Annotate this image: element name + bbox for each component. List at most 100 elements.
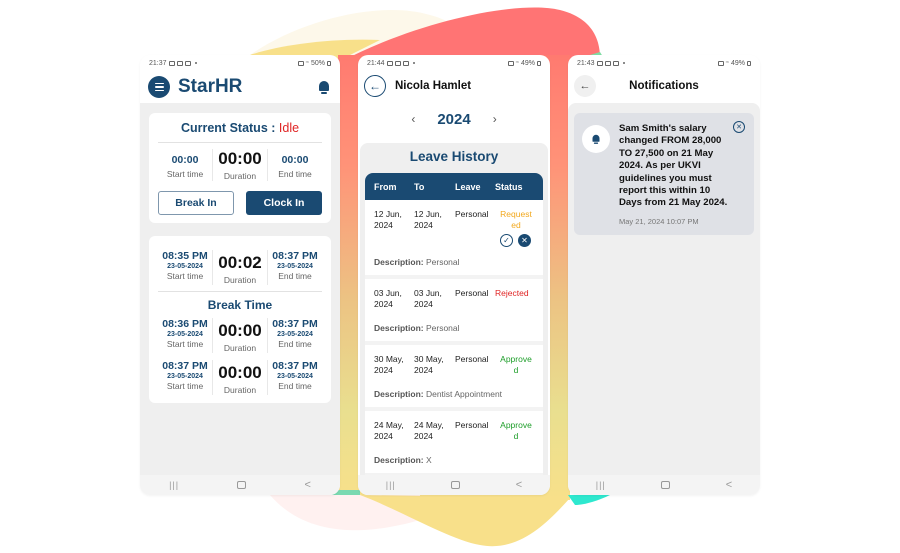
duration-label: Duration (223, 343, 257, 353)
leave-type: Personal (455, 420, 489, 430)
table-row[interactable]: 03 Jun, 2024 03 Jun, 2024 Personal Rejecte… (365, 279, 543, 345)
column-header-from: From (374, 181, 397, 192)
back-button[interactable]: ← (364, 75, 386, 97)
leave-description: Description: Personal (374, 323, 460, 333)
notification-icon (176, 60, 183, 66)
table-row[interactable]: 30 May, 2024 30 May, 2024 Personal Approve… (365, 345, 543, 411)
recent-apps-button[interactable]: ||| (596, 480, 606, 490)
home-button[interactable] (451, 481, 461, 489)
break-duration: 00:00 (218, 321, 262, 340)
end-time-label: End time (278, 381, 312, 391)
table-header: From To Leave Status (365, 173, 543, 200)
current-status-label: Current Status : (180, 121, 279, 135)
session-row: 08:35 PM 23-05-2024 Start time 00:02 Dur… (158, 250, 322, 285)
break-end-time: 08:37 PM (272, 360, 318, 372)
status-badge: Approve d (500, 354, 532, 375)
session-start-date: 23-05-2024 (167, 263, 203, 270)
back-button[interactable]: < (516, 479, 522, 491)
phone-notifications-screen: 21:43 ≈ 49% ← Notifications Sam Smith's … (568, 55, 760, 495)
clock-content: Current Status : Idle 00:00 Start time 0… (140, 103, 340, 475)
back-button[interactable]: ← (574, 75, 596, 97)
page-title: Notifications (629, 80, 699, 92)
start-time-label: Start time (166, 169, 204, 179)
dismiss-x-icon[interactable]: ✕ (733, 121, 745, 133)
home-button[interactable] (661, 481, 671, 489)
notification-icon (604, 60, 611, 66)
end-time-value: 00:00 (281, 154, 309, 166)
nfc-icon (717, 60, 724, 66)
battery-level: 49% (520, 59, 535, 67)
phone-clock-screen: 21:37 ≈ 50% StarHR Current Status : Idle (140, 55, 340, 495)
recent-apps-button[interactable]: ||| (386, 480, 396, 490)
reject-x-icon[interactable]: ✕ (518, 234, 531, 247)
leave-type: Personal (455, 209, 489, 219)
bell-icon[interactable] (318, 80, 330, 94)
dot-icon (622, 62, 625, 64)
break-start-date: 23-05-2024 (167, 331, 203, 338)
approve-check-icon[interactable]: ✓ (500, 234, 513, 247)
page-header: ← Nicola Hamlet (358, 71, 550, 101)
from-date: 03 Jun, 2024 (374, 288, 402, 309)
start-time-label: Start time (166, 339, 204, 349)
bell-icon (592, 134, 600, 144)
session-start-time: 08:35 PM (162, 250, 208, 262)
battery-level: 49% (730, 59, 745, 67)
clock-in-button[interactable]: Clock In (246, 191, 322, 215)
column-header-leave: Leave (455, 181, 481, 192)
status-badge: Idle (278, 121, 300, 135)
start-time-label: Start time (166, 271, 204, 281)
notification-timestamp: May 21, 2024 10:07 PM (619, 216, 699, 226)
status-badge: Approve d (500, 420, 532, 441)
break-start-time: 08:36 PM (162, 318, 208, 330)
leave-history-table: From To Leave Status 12 Jun, 2024 12 Jun,… (365, 173, 543, 475)
recent-apps-button[interactable]: ||| (169, 480, 179, 490)
dot-icon (194, 62, 197, 64)
notification-item[interactable]: Sam Smith's salary changed FROM 28,000 T… (574, 113, 754, 235)
back-button[interactable]: < (304, 479, 310, 491)
page-header: ← Notifications (568, 71, 760, 101)
break-end-date: 23-05-2024 (277, 331, 313, 338)
android-nav-bar: ||| < (568, 475, 760, 495)
notification-message: Sam Smith's salary changed FROM 28,000 T… (619, 123, 728, 209)
chevron-right-icon[interactable]: › (493, 112, 497, 126)
chevron-left-icon[interactable]: ‹ (411, 112, 415, 126)
nfc-icon (507, 60, 514, 66)
break-time-title: Break Time (207, 298, 273, 312)
notification-icon (394, 60, 401, 66)
notifications-list: Sam Smith's salary changed FROM 28,000 T… (568, 103, 760, 475)
wifi-signal-icon: ≈ (725, 60, 729, 66)
timer-row: 00:00 Start time 00:00 Duration 00:00 En… (158, 149, 322, 181)
menu-button[interactable] (148, 76, 170, 98)
to-date: 24 May, 2024 (414, 420, 444, 441)
leave-type: Personal (455, 288, 489, 298)
app-header: StarHR (140, 71, 340, 103)
leave-history-title: Leave History (409, 149, 499, 164)
session-duration: 00:02 (218, 253, 262, 272)
break-start-time: 08:37 PM (162, 360, 208, 372)
break-in-button[interactable]: Break In (158, 191, 234, 215)
status-bar: 21:43 ≈ 49% (568, 55, 760, 71)
back-button[interactable]: < (726, 479, 732, 491)
arrow-left-icon: ← (369, 79, 381, 93)
start-time-value: 00:00 (171, 154, 199, 166)
leave-description: Description: Personal (374, 257, 460, 267)
notification-icon (402, 60, 409, 66)
duration-label: Duration (223, 385, 257, 395)
break-row: 08:36 PM 23-05-2024 Start time 00:00 Dur… (158, 318, 322, 353)
leave-description: Description: X (374, 455, 432, 465)
android-nav-bar: ||| < (358, 475, 550, 495)
home-button[interactable] (237, 481, 247, 489)
menu-icon (154, 82, 164, 85)
session-history-card: 08:35 PM 23-05-2024 Start time 00:02 Dur… (149, 236, 331, 403)
divider (158, 291, 322, 292)
table-row[interactable]: 24 May, 2024 24 May, 2024 Personal Approve… (365, 411, 543, 475)
to-date: 03 Jun, 2024 (414, 288, 442, 309)
arrow-left-icon: ← (579, 80, 591, 92)
table-row[interactable]: 12 Jun, 2024 12 Jun, 2024 Personal Request… (365, 200, 543, 279)
duration-value: 00:00 (218, 149, 262, 168)
wifi-signal-icon: ≈ (305, 60, 309, 66)
year-value: 2024 (437, 110, 471, 128)
notification-avatar (582, 125, 610, 153)
battery-level: 50% (310, 59, 325, 67)
phone-leave-history-screen: 21:44 ≈ 49% ← Nicola Hamlet ‹ 2024 › Lea… (358, 55, 550, 495)
